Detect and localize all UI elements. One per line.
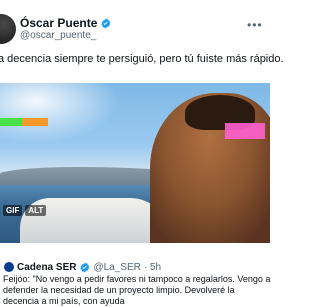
post-header: Óscar Puente @oscar_puente_ •••	[0, 0, 270, 46]
verified-badge-icon	[80, 261, 90, 273]
avatar[interactable]	[0, 14, 16, 44]
media-badges: GIF ALT	[3, 205, 47, 216]
author-name-line: Óscar Puente	[20, 16, 111, 30]
author-name[interactable]: Óscar Puente	[20, 16, 97, 30]
gif-badge: GIF	[3, 205, 23, 216]
quoted-post-header[interactable]: Cadena SER @La_SER · 5h	[0, 260, 270, 274]
quoted-time: · 5h	[143, 261, 162, 273]
media-sky	[0, 83, 120, 143]
post-media[interactable]: GIF ALT	[0, 83, 270, 243]
quoted-avatar	[4, 262, 14, 272]
glitch-orange-bar	[22, 118, 48, 126]
glitch-magenta-bar	[225, 123, 265, 139]
more-options-icon[interactable]: •••	[247, 18, 263, 32]
quoted-author-handle: @La_SER	[93, 261, 141, 273]
quoted-post-text: Feijóo: "No vengo a pedir favores ni tam…	[3, 274, 271, 306]
quoted-author-name: Cadena SER	[17, 261, 77, 273]
alt-badge[interactable]: ALT	[25, 205, 47, 216]
glitch-green-bar	[0, 118, 22, 126]
verified-badge-icon	[101, 17, 111, 29]
author-handle[interactable]: @oscar_puente_	[20, 30, 96, 41]
post-text: a decencia siempre te persiguió, pero tú…	[0, 53, 284, 65]
